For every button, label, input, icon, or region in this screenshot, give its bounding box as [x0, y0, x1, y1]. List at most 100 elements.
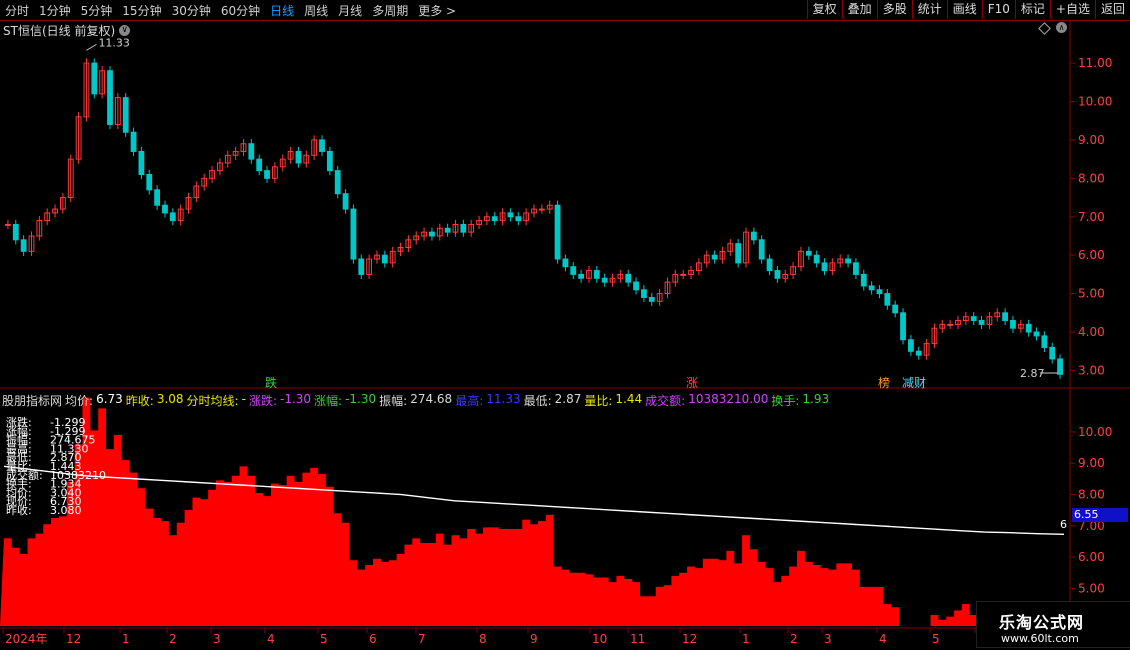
candle-body [593, 270, 600, 279]
candle-body [601, 277, 608, 283]
x-tick-label: 9 [530, 632, 538, 646]
candle-body [570, 266, 577, 275]
candle-body [334, 170, 341, 195]
indicator-red-area [0, 397, 1068, 626]
info-value-2: - [241, 392, 246, 406]
candle-body [907, 339, 914, 352]
candle-body [813, 254, 820, 264]
candle-body [20, 239, 27, 252]
candle-body [845, 258, 851, 264]
candle-body [970, 316, 977, 322]
candle-body [515, 216, 522, 222]
info-key-5: 振幅: [379, 394, 408, 408]
candle-body [1049, 346, 1056, 360]
candle-body [146, 173, 153, 191]
candle-body [342, 193, 349, 210]
candle-body [91, 62, 98, 95]
x-tick-label: 7 [418, 632, 426, 646]
x-tick-label: 10 [592, 632, 607, 646]
candle-body [750, 231, 757, 241]
candle-body [460, 223, 467, 233]
candle-body [1057, 358, 1063, 375]
x-tick-label: 5 [320, 632, 328, 646]
info-value-3: -1.30 [279, 392, 312, 406]
max-price-label: 11.33 [98, 36, 130, 49]
info-value-10: 1.93 [802, 392, 830, 406]
event-marker-0: 跌 [265, 375, 277, 390]
candle-body [326, 150, 333, 172]
candle-body [130, 131, 137, 152]
info-value-4: -1.30 [345, 392, 377, 406]
info-key-7: 最低: [523, 394, 552, 408]
price-tick-label: 6.00 [1078, 248, 1105, 262]
x-tick-label: 3 [213, 632, 221, 646]
candle-body [711, 254, 718, 260]
ind-tick-label: 10.00 [1078, 425, 1112, 439]
x-tick-label: 8 [479, 632, 487, 646]
candle-body [444, 227, 451, 233]
event-marker-2: 榜 [878, 375, 890, 390]
candle-body [900, 312, 906, 341]
info-key-2: 分时均线: [186, 394, 239, 408]
info-key-0: 均价: [65, 394, 94, 408]
ind-tick-label: 9.00 [1078, 456, 1105, 470]
candle-body [107, 70, 113, 126]
info-key-10: 换手: [771, 394, 800, 408]
candle-body [766, 258, 773, 272]
info-key-8: 量比: [584, 394, 613, 408]
candle-body [538, 208, 545, 211]
price-tick-label: 7.00 [1078, 210, 1105, 224]
candle-body [256, 158, 263, 172]
price-tick-label: 11.00 [1078, 56, 1112, 70]
candle-body [805, 250, 812, 256]
candle-body [648, 296, 655, 302]
watermark-badge: 乐淘公式网 www.60lt.com [976, 601, 1130, 648]
candle-body [876, 289, 883, 295]
candle-body [625, 273, 632, 283]
candle-body [554, 204, 561, 260]
overlay-label-10: 昨收: [6, 503, 32, 517]
current-price-tag: 6.55 [1072, 508, 1128, 522]
x-tick-label: 3 [824, 632, 832, 646]
ind-tick-label: 5.00 [1078, 581, 1105, 595]
x-tick-label: 4 [879, 632, 887, 646]
candle-body [122, 97, 129, 133]
price-tick-label: 4.00 [1078, 325, 1105, 339]
candle-body [821, 262, 828, 272]
candle-body [1010, 320, 1016, 329]
candle-body [12, 223, 19, 241]
kline-chart-canvas[interactable]: 11.33 2.87 11.00 10.00 9.00 8.00 7.00 6.00 5.00… [0, 0, 1130, 650]
small-value-label: 6 [1060, 518, 1067, 531]
x-tick-label: 6 [369, 632, 377, 646]
price-tick-label: 3.00 [1078, 363, 1105, 377]
candle-body [1025, 323, 1032, 333]
info-key-9: 成交额: [645, 394, 686, 408]
ind-tick-label: 6.00 [1078, 550, 1105, 564]
ind-tick-label: 8.00 [1078, 488, 1105, 502]
x-tick-label: 2 [169, 632, 177, 646]
info-key-1: 昨收: [125, 394, 154, 408]
x-tick-label: 12 [682, 632, 697, 646]
price-tick-label: 9.00 [1078, 133, 1105, 147]
info-value-8: 1.44 [615, 392, 643, 406]
info-value-9: 10383210.00 [688, 392, 769, 406]
indicator-info-row: 股朋指标网 均价: 6.73 昨收: 3.08 分时均线: - 涨跌: -1.30 涨幅: -1.… [2, 392, 832, 408]
candle-body [860, 273, 867, 287]
candle-body [350, 208, 357, 260]
x-tick-label: 12 [66, 632, 81, 646]
candle-body [562, 258, 569, 268]
x-tick-label: 4 [267, 632, 275, 646]
price-tick-label: 8.00 [1078, 171, 1105, 185]
candle-body [138, 150, 145, 175]
candle-body [162, 204, 168, 214]
info-key-4: 涨幅: [314, 394, 343, 408]
watermark-url: www.60lt.com [1001, 632, 1079, 645]
candle-body [758, 239, 765, 260]
candle-body [868, 285, 875, 291]
candle-body [5, 223, 11, 226]
candle-body [429, 231, 435, 237]
indicator-name[interactable]: 股朋指标网 [2, 392, 65, 408]
event-marker-3: 减财 [902, 376, 926, 390]
candle-body [248, 143, 255, 160]
max-pointer [86, 43, 97, 51]
